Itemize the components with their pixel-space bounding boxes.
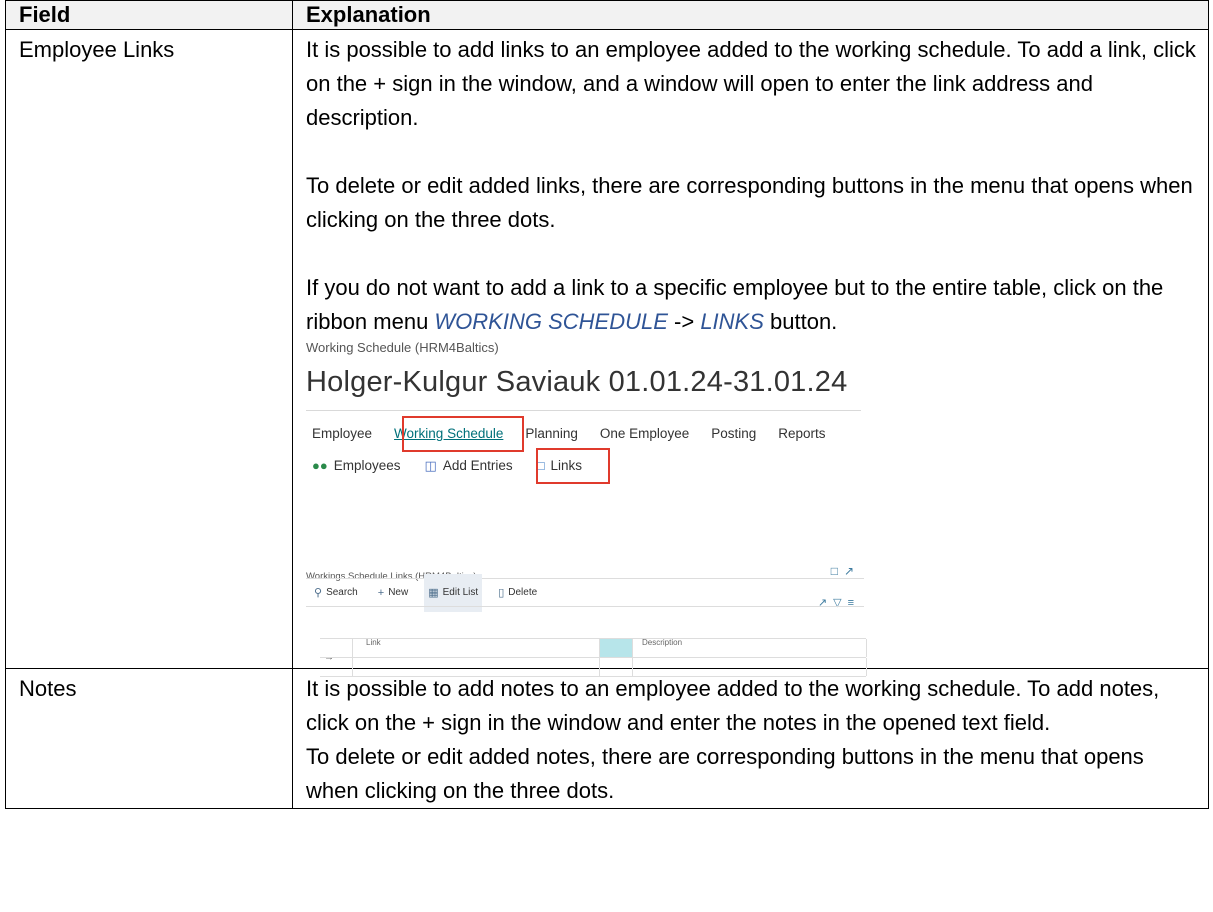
menu-reports[interactable]: Reports xyxy=(778,423,825,445)
search-label: Search xyxy=(326,587,358,598)
ribbon-menu: Employee Working Schedule Planning One E… xyxy=(312,423,848,445)
edit-list-icon: ▦ xyxy=(428,587,439,599)
new-label: New xyxy=(388,587,409,598)
paragraph-text: button. xyxy=(763,309,838,334)
list-view-icon[interactable]: ≡ xyxy=(848,597,860,609)
emphasis-links: LINKS xyxy=(700,309,764,334)
paragraph: To delete or edit added notes, there are… xyxy=(306,744,1144,803)
menu-posting[interactable]: Posting xyxy=(711,423,756,445)
paragraph: It is possible to add notes to an employ… xyxy=(306,676,1160,735)
search-icon: ⚲ xyxy=(314,587,323,599)
link-cell[interactable] xyxy=(352,658,599,676)
selected-cell[interactable] xyxy=(599,639,632,657)
people-icon: ●● xyxy=(312,458,328,473)
delete-label: Delete xyxy=(508,587,538,598)
links-grid: → xyxy=(320,638,867,677)
document-table: Field Explanation Employee Links It is p… xyxy=(5,0,1209,809)
highlight-working-schedule xyxy=(402,416,524,452)
expand-icon[interactable]: ↗ xyxy=(844,564,860,578)
paragraph: If you do not want to add a link to a sp… xyxy=(306,271,1196,339)
table-header-row: Field Explanation xyxy=(5,0,1209,30)
trash-icon: ▯ xyxy=(498,587,505,599)
emphasis-working-schedule: WORKING SCHEDULE xyxy=(434,309,668,334)
header-field: Field xyxy=(5,0,293,30)
screenshot-caption: Working Schedule (HRM4Baltics) xyxy=(306,340,499,355)
employees-label: Employees xyxy=(333,458,401,473)
menu-planning[interactable]: Planning xyxy=(525,423,578,445)
field-employee-links: Employee Links xyxy=(5,29,293,669)
filter-icon[interactable]: ▽ xyxy=(833,597,847,609)
edit-list-label: Edit List xyxy=(442,587,479,598)
open-new-window-icon[interactable]: □ xyxy=(831,564,844,578)
link-cell[interactable] xyxy=(352,639,599,657)
plus-icon: + xyxy=(377,587,385,599)
field-notes: Notes xyxy=(5,668,293,809)
add-entries-icon: ◫ xyxy=(424,458,437,473)
links-toolbar: ⚲ Search + New ▦ Edit List ▯ Delete xyxy=(310,574,553,612)
share-icon[interactable]: ↗ xyxy=(818,597,833,609)
description-cell[interactable] xyxy=(632,639,867,657)
table-row: Employee Links It is possible to add lin… xyxy=(5,29,1209,677)
table-row: Notes It is possible to add notes to an … xyxy=(5,668,1209,809)
paragraph: To delete or edit added links, there are… xyxy=(306,173,1193,232)
divider xyxy=(306,410,861,411)
description-cell[interactable] xyxy=(632,658,867,676)
menu-employee[interactable]: Employee xyxy=(312,423,372,445)
highlight-links xyxy=(536,448,610,484)
employees-button[interactable]: ●● Employees xyxy=(312,449,401,483)
add-entries-label: Add Entries xyxy=(442,458,513,473)
add-entries-button[interactable]: ◫ Add Entries xyxy=(425,449,513,483)
explanation-employee-links: It is possible to add links to an employ… xyxy=(292,29,1209,677)
table-row[interactable] xyxy=(320,657,867,677)
table-row[interactable]: → xyxy=(320,638,867,663)
header-explanation: Explanation xyxy=(292,0,1209,30)
menu-one-employee[interactable]: One Employee xyxy=(600,423,689,445)
arrow-text: -> xyxy=(667,309,701,334)
explanation-notes: It is possible to add notes to an employ… xyxy=(292,668,1209,809)
spacer-cell[interactable] xyxy=(599,658,632,676)
divider xyxy=(306,606,864,607)
paragraph: It is possible to add links to an employ… xyxy=(306,37,1196,130)
embedded-screenshot: Working Schedule (HRM4Baltics) Holger-Ku… xyxy=(306,340,867,677)
screenshot-title: Holger-Kulgur Saviauk 01.01.24-31.01.24 xyxy=(306,366,848,398)
toolbar-right-icons: ↗▽≡ xyxy=(818,586,860,620)
window-controls: □↗ xyxy=(831,554,860,588)
